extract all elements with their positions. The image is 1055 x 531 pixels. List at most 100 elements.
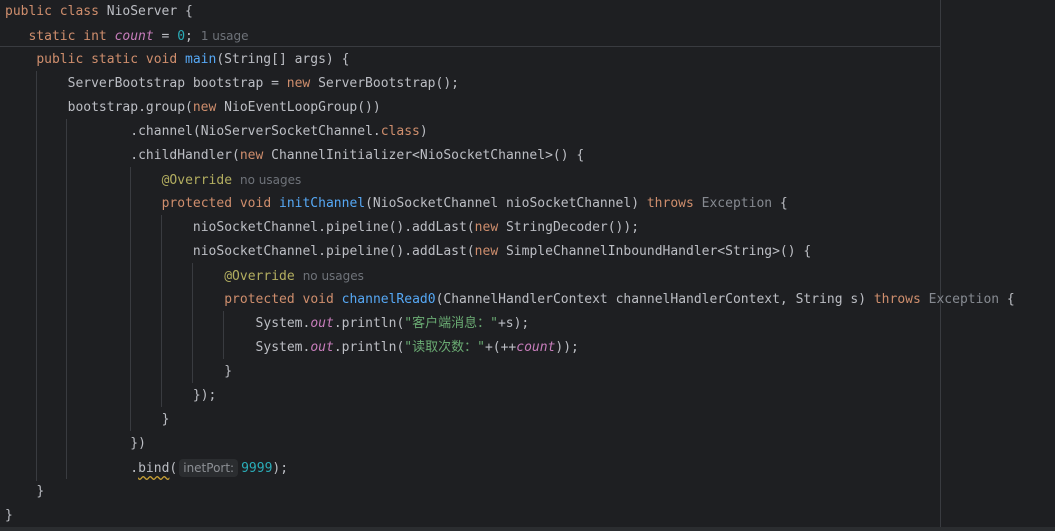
code-token: }: [161, 412, 170, 427]
code-token: ): [419, 124, 428, 139]
code-token: nioSocketChannel.pipeline().addLast(: [192, 244, 475, 259]
code-token: public static void: [36, 52, 186, 67]
code-token: ServerBootstrap();: [318, 76, 459, 91]
code-token: SimpleChannelInboundHandler<String>() {: [505, 244, 812, 259]
code-token: static int: [28, 29, 115, 44]
code-token: System.: [255, 340, 311, 355]
code-line[interactable]: nioSocketChannel.pipeline().addLast(new …: [193, 216, 639, 240]
code-token: throws: [646, 196, 702, 211]
parameter-hint: inetPort:: [179, 459, 239, 477]
code-token: main: [185, 52, 217, 67]
code-line[interactable]: protected void channelRead0(ChannelHandl…: [224, 288, 1015, 312]
code-token: );: [272, 461, 289, 476]
code-token: throws: [873, 292, 929, 307]
code-token: count: [516, 340, 556, 355]
code-token: .println(: [333, 316, 405, 331]
code-line[interactable]: public class NioServer {: [5, 0, 193, 24]
code-token: ChannelInitializer<NioSocketChannel>() {: [271, 148, 585, 163]
code-token: +(++: [484, 340, 517, 355]
code-token: channelRead0: [341, 292, 436, 307]
code-token: NioEventLoopGroup()): [224, 100, 381, 115]
code-token: "客户端消息：": [404, 316, 498, 331]
code-token: Exception: [928, 292, 1000, 307]
code-token: }: [36, 484, 45, 499]
code-token: StringDecoder());: [505, 220, 640, 235]
code-token: new: [192, 100, 225, 115]
code-line[interactable]: public static void main(String[] args) {: [36, 48, 349, 72]
code-line[interactable]: });: [193, 384, 216, 408]
code-line[interactable]: }: [224, 360, 232, 384]
code-token: 0: [177, 29, 186, 44]
code-token: .childHandler(: [130, 148, 240, 163]
code-token: ServerBootstrap bootstrap =: [67, 76, 287, 91]
code-token: new: [286, 76, 319, 91]
code-token: ));: [555, 340, 579, 355]
code-token: 9999: [241, 461, 273, 476]
usage-hint[interactable]: 1 usage: [201, 29, 249, 43]
code-line[interactable]: System.out.println("读取次数："+(++count));: [256, 336, 579, 360]
code-line[interactable]: nioSocketChannel.pipeline().addLast(new …: [193, 240, 811, 264]
code-token: count: [114, 29, 154, 44]
code-token: NioServer {: [106, 4, 193, 19]
code-line[interactable]: .childHandler(new ChannelInitializer<Nio…: [130, 144, 584, 168]
code-line[interactable]: }: [5, 504, 13, 528]
code-token: out: [310, 316, 334, 331]
code-editor[interactable]: public class NioServer {static int count…: [0, 0, 1055, 531]
code-token: @Override: [224, 269, 295, 284]
indent-guide: [66, 119, 67, 479]
code-token: .channel(NioServerSocketChannel.: [130, 124, 381, 139]
code-token: ;: [185, 29, 193, 44]
code-token: public class: [5, 4, 107, 19]
code-token: }): [130, 436, 146, 451]
code-token: .println(: [333, 340, 405, 355]
code-token: nioSocketChannel.pipeline().addLast(: [192, 220, 475, 235]
code-token: System.: [255, 316, 311, 331]
code-line[interactable]: @Override no usages: [162, 168, 302, 192]
code-line[interactable]: }: [36, 480, 44, 504]
indent-guide: [130, 167, 131, 431]
code-token: class: [380, 124, 420, 139]
code-line[interactable]: static int count = 0; 1 usage: [28, 24, 248, 48]
code-line[interactable]: }: [162, 408, 170, 432]
indent-guide: [223, 311, 224, 359]
code-line[interactable]: .channel(NioServerSocketChannel.class): [130, 120, 427, 144]
code-line[interactable]: ServerBootstrap bootstrap = new ServerBo…: [68, 72, 459, 96]
code-token: +s);: [497, 316, 530, 331]
code-token: {: [772, 196, 788, 211]
right-margin-guide: [940, 0, 941, 531]
code-token: protected void: [224, 292, 342, 307]
code-token: out: [310, 340, 334, 355]
code-token: bind: [138, 461, 170, 476]
code-token: bootstrap.group(: [67, 100, 193, 115]
code-token: new: [474, 220, 506, 235]
code-token: {: [999, 292, 1015, 307]
code-line[interactable]: @Override no usages: [224, 264, 364, 288]
code-token: "读取次数：": [404, 340, 485, 355]
code-token: (NioSocketChannel nioSocketChannel): [365, 196, 647, 211]
indent-guide: [36, 71, 37, 481]
code-token: initChannel: [279, 196, 366, 211]
code-token: }: [224, 364, 233, 379]
code-token: new: [474, 244, 506, 259]
code-token: new: [239, 148, 272, 163]
code-line[interactable]: System.out.println("客户端消息："+s);: [256, 312, 530, 336]
code-token: protected void: [161, 196, 279, 211]
code-token: @Override: [161, 173, 233, 188]
code-token: }: [5, 508, 13, 523]
code-token: =: [153, 29, 178, 44]
indent-guide: [192, 263, 193, 383]
usage-hint[interactable]: no usages: [303, 269, 364, 283]
code-token: Exception: [701, 196, 773, 211]
code-token: (: [169, 461, 178, 476]
usage-hint[interactable]: no usages: [240, 173, 301, 187]
code-line[interactable]: .bind(inetPort: 9999);: [130, 456, 288, 480]
code-token: (String[] args) {: [216, 52, 350, 67]
code-token: (ChannelHandlerContext channelHandlerCon…: [435, 292, 874, 307]
horizontal-scrollbar[interactable]: [0, 527, 1055, 531]
code-line[interactable]: protected void initChannel(NioSocketChan…: [162, 192, 788, 216]
code-token: .: [130, 461, 139, 476]
indent-guide: [161, 215, 162, 407]
code-line[interactable]: }): [130, 432, 146, 456]
code-token: });: [192, 388, 217, 403]
code-line[interactable]: bootstrap.group(new NioEventLoopGroup()): [68, 96, 381, 120]
